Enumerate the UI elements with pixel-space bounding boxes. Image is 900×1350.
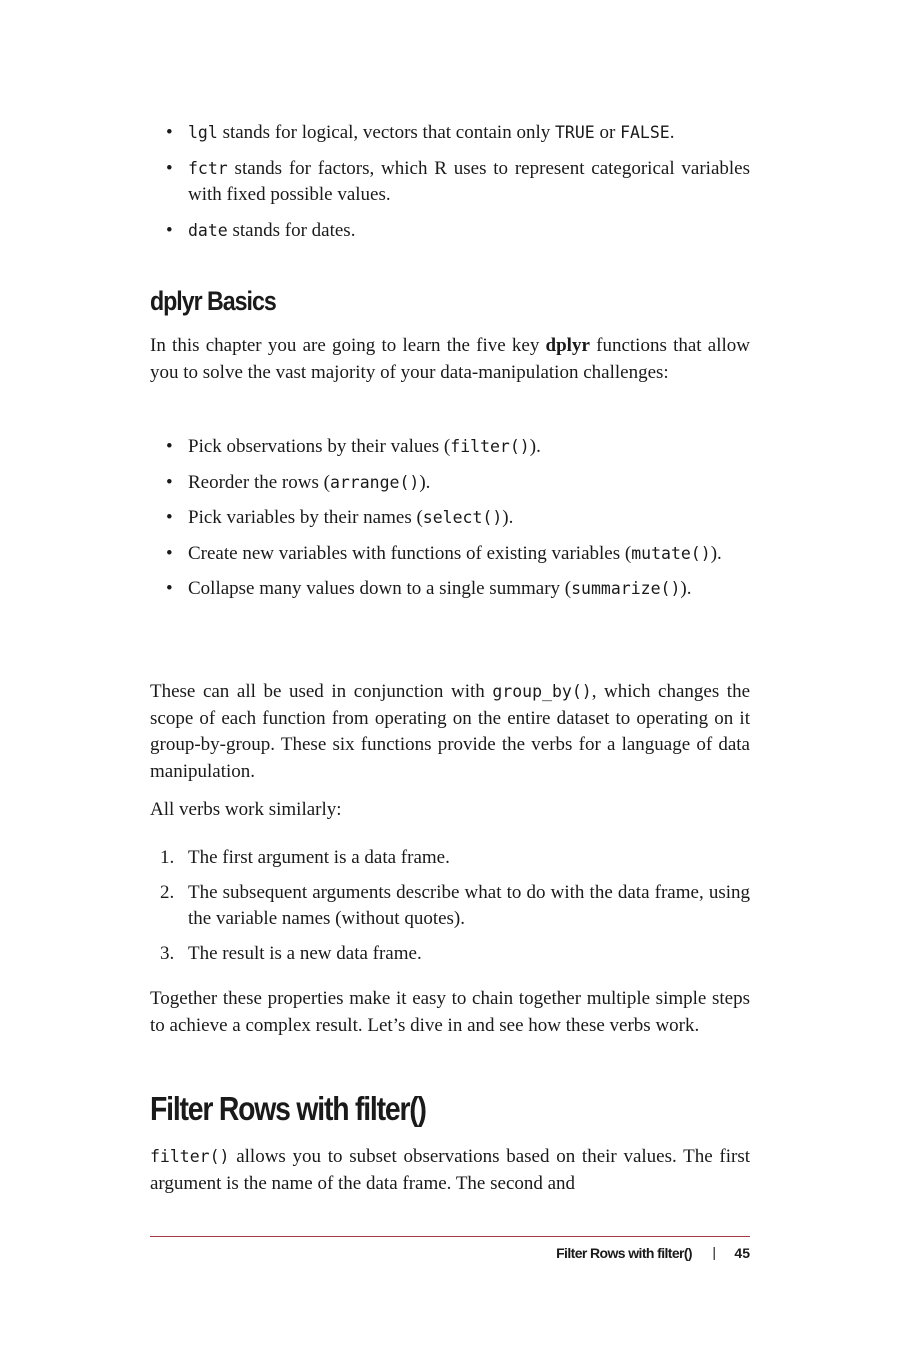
list-item: Collapse many values down to a single su… [150, 576, 750, 603]
list-item-text: The first argument is a data frame. [188, 847, 450, 868]
code-summarize: summarize() [571, 579, 681, 598]
group-by-paragraph: These can all be used in conjunction wit… [150, 679, 750, 785]
list-item-text: The result is a new data frame. [188, 942, 422, 964]
list-item: date stands for dates. [150, 218, 750, 245]
list-item-text: The subsequent arguments describe what t… [188, 881, 750, 930]
list-item: 3. The result is a new data frame. [150, 941, 750, 968]
filter-paragraph: filter() allows you to subset observatio… [150, 1144, 750, 1197]
list-item-text: or [594, 122, 621, 143]
type-abbreviation-list: lgl stands for logical, vectors that con… [150, 120, 750, 244]
list-item-text: stands for factors, which R uses to repr… [188, 157, 750, 206]
code-date: date [188, 220, 228, 240]
code-true: TRUE [554, 123, 595, 142]
chapter-section-heading: Filter Rows with filter() [150, 1090, 427, 1127]
list-item-text: Create new variables with functions of e… [188, 542, 632, 564]
list-item: Create new variables with functions of e… [150, 541, 750, 568]
paragraph-text: allows you to subset observations based … [150, 1146, 750, 1194]
list-item-text: stands for logical, vectors that contain… [217, 122, 555, 143]
together-paragraph: Together these properties make it easy t… [150, 988, 750, 1036]
page-number: 45 [734, 1245, 750, 1261]
running-footer-title: Filter Rows with filter() [556, 1245, 692, 1261]
list-item: lgl stands for logical, vectors that con… [150, 120, 750, 147]
dplyr-functions-list: Pick observations by their values (filte… [150, 434, 750, 603]
list-item: Pick variables by their names (select())… [150, 505, 750, 532]
list-item-text: stands for dates. [227, 219, 356, 241]
list-item-text: ). [680, 578, 692, 599]
footer-rule [150, 1236, 750, 1237]
list-item-text: Pick observations by their values ( [188, 436, 451, 457]
list-item-text: ). [419, 471, 431, 493]
code-filter: filter() [150, 1147, 230, 1166]
list-number: 3. [160, 942, 175, 964]
section-heading: dplyr Basics [150, 286, 277, 316]
list-item-text: ). [529, 436, 541, 457]
code-mutate: mutate() [631, 543, 711, 563]
verb-properties-list: 1. The first argument is a data frame. 2.… [150, 845, 750, 967]
footer-separator: | [712, 1244, 716, 1260]
list-item-text: ). [502, 507, 514, 528]
list-item: 2. The subsequent arguments describe what… [150, 880, 750, 933]
code-group-by: group_by() [492, 682, 592, 701]
list-item-text: Reorder the rows ( [188, 471, 330, 493]
code-fctr: fctr [188, 158, 228, 178]
page-footer: Filter Rows with filter() | 45 [150, 1244, 750, 1265]
list-item-text: . [669, 122, 675, 143]
list-number: 1. [160, 847, 175, 868]
paragraph-text: These can all be used in conjunction wit… [150, 681, 493, 702]
code-arrange: arrange() [329, 472, 420, 492]
verbs-intro: All verbs work similarly: [150, 799, 342, 820]
list-item-text: ). [710, 542, 722, 564]
code-select: select() [422, 508, 503, 527]
code-filter: filter() [450, 437, 530, 456]
list-item: Reorder the rows (arrange()). [150, 470, 750, 497]
list-item: fctr stands for factors, which R uses to… [150, 156, 750, 209]
intro-paragraph: In this chapter you are going to learn t… [150, 333, 750, 386]
list-number: 2. [160, 881, 175, 903]
list-item-text: Collapse many values down to a single su… [188, 578, 572, 599]
intro-text: In this chapter you are going to learn t… [150, 335, 546, 356]
list-item: 1. The first argument is a data frame. [150, 845, 750, 872]
dplyr-bold: dplyr [545, 335, 590, 356]
code-false: FALSE [620, 123, 670, 142]
list-item-text: Pick variables by their names ( [188, 507, 423, 528]
code-lgl: lgl [188, 123, 218, 142]
list-item: Pick observations by their values (filte… [150, 434, 750, 461]
